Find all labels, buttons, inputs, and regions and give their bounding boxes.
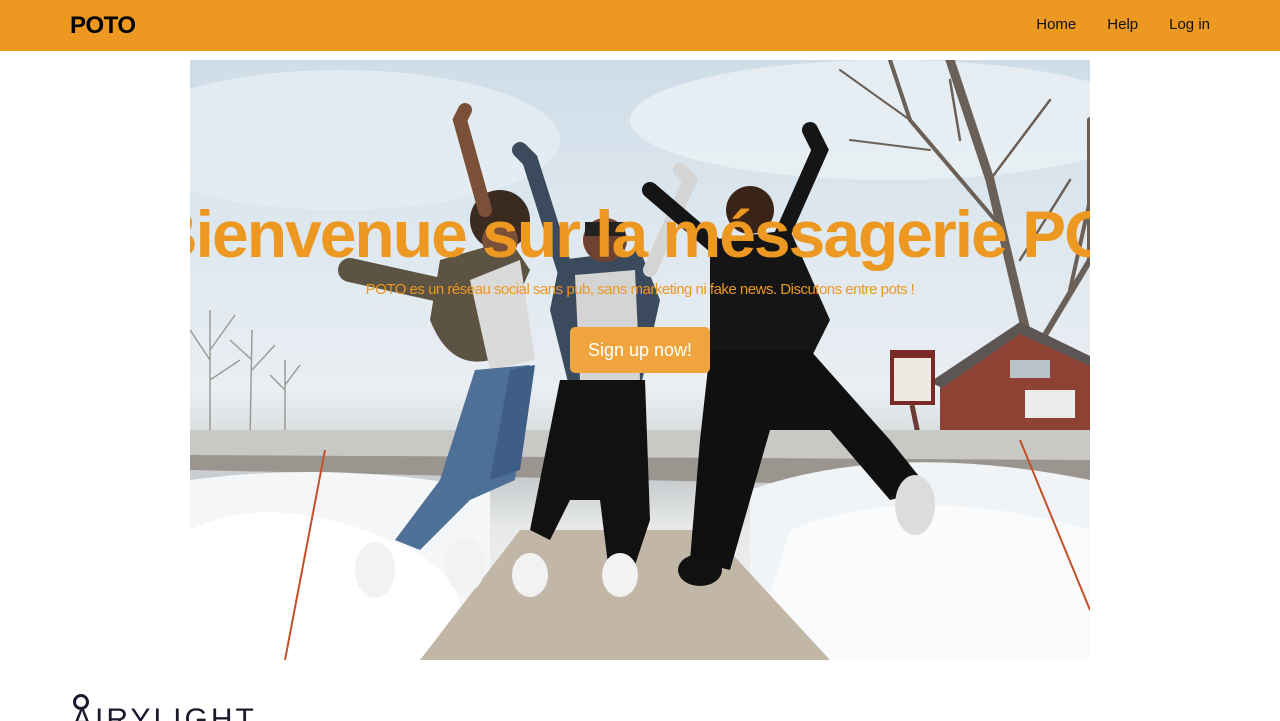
top-navbar: POTO Home Help Log in (0, 0, 1280, 51)
nav-login-link[interactable]: Log in (1169, 16, 1210, 33)
nav-links: Home Help Log in (1005, 16, 1210, 33)
footer-logo-text: AIRYLIGHT (72, 703, 257, 721)
nav-help-link[interactable]: Help (1107, 16, 1138, 33)
hero-banner: Bienvenue sur la méssagerie POTO POTO es… (190, 60, 1090, 660)
hero-title: Bienvenue sur la méssagerie POTO (190, 197, 1090, 271)
nav-home-link[interactable]: Home (1036, 16, 1076, 33)
sign-up-button[interactable]: Sign up now! (570, 327, 710, 373)
hero-subtitle: POTO es un réseau social sans pub, sans … (365, 281, 915, 298)
brand-logo[interactable]: POTO (70, 12, 136, 40)
